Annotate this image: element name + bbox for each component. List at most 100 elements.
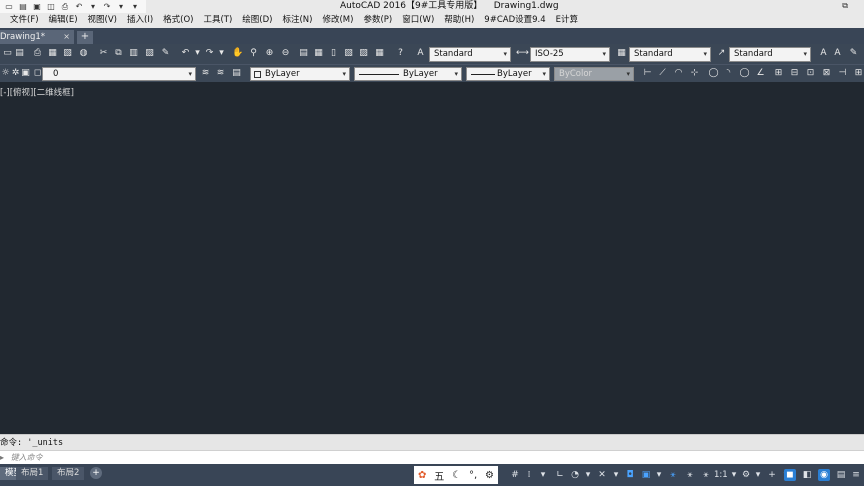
dim-jogged-icon[interactable]: ◝	[723, 68, 734, 79]
markup-icon[interactable]: ▨	[358, 48, 369, 59]
annotation-visibility-icon[interactable]: ⚹	[667, 469, 679, 481]
dim-space-icon[interactable]: ⊠	[821, 68, 832, 79]
chevron-down-icon[interactable]: ▾	[653, 469, 665, 481]
snap-icon[interactable]: ⁞	[523, 469, 535, 481]
dim-ordinate-icon[interactable]: ⊹	[689, 68, 700, 79]
gear-icon[interactable]: ⚙	[485, 470, 494, 481]
command-prompt-icon[interactable]: ▸	[0, 453, 4, 462]
menu-e-calc[interactable]: E计算	[546, 13, 578, 28]
tab-drawing1[interactable]: Drawing1* ×	[0, 30, 74, 44]
undo-icon[interactable]: ↶	[74, 2, 84, 12]
grid-icon[interactable]: #	[509, 469, 521, 481]
annotation-scale-icon[interactable]: ⚹	[700, 469, 712, 481]
block-editor-icon[interactable]: ✎	[160, 48, 171, 59]
dim-baseline-icon[interactable]: ⊟	[789, 68, 800, 79]
3d-osnap-icon[interactable]: ▣	[640, 469, 652, 481]
auto-scale-icon[interactable]: ⚹	[684, 469, 696, 481]
open-icon[interactable]: ▤	[18, 2, 28, 12]
annotation-edit-icon[interactable]: ✎	[848, 48, 859, 59]
saveas-icon[interactable]: ◫	[46, 2, 56, 12]
undo-dropdown-icon[interactable]: ▾	[88, 2, 98, 12]
sheet-set-icon[interactable]: ▧	[343, 48, 354, 59]
redo-dropdown-icon[interactable]: ▾	[216, 48, 227, 59]
help-icon[interactable]: ?	[395, 48, 406, 59]
dim-diameter-icon[interactable]: ◯	[739, 68, 750, 79]
cut-icon[interactable]: ✂	[98, 48, 109, 59]
tab-layout2[interactable]: 布局2	[52, 467, 85, 480]
preview-icon[interactable]: ▦	[47, 48, 58, 59]
undo-dropdown-icon[interactable]: ▾	[192, 48, 203, 59]
3d-print-icon[interactable]: ◍	[78, 48, 89, 59]
workspace-gear-icon[interactable]: ⚙	[740, 469, 752, 481]
layer-previous-icon[interactable]: ≋	[215, 68, 226, 79]
menu-cad-settings[interactable]: 9#CAD设置9.4	[474, 13, 545, 28]
chevron-down-icon[interactable]: ▾	[582, 469, 594, 481]
moon-icon[interactable]: ☾	[452, 470, 461, 481]
open-icon[interactable]: ▤	[14, 48, 25, 59]
customize-icon[interactable]: ▾	[130, 2, 140, 12]
zoom-realtime-icon[interactable]: ⚲	[248, 48, 259, 59]
dim-arc-icon[interactable]: ◠	[673, 68, 684, 79]
new-icon[interactable]: ▭	[4, 2, 14, 12]
layer-dropdown[interactable]: 0 ▾	[42, 67, 196, 81]
dim-break-icon[interactable]: ⊣	[837, 68, 848, 79]
linetype-select[interactable]: ByLayer ▾	[354, 67, 462, 81]
quickcalc-icon[interactable]: ▦	[374, 48, 385, 59]
publish-icon[interactable]: ▧	[62, 48, 73, 59]
mleader-style-select[interactable]: Standard ▾	[729, 47, 811, 62]
close-icon[interactable]: ×	[63, 30, 70, 44]
paste-icon[interactable]: ▥	[128, 48, 139, 59]
punctuation-icon[interactable]: °,	[469, 470, 477, 481]
chevron-down-icon[interactable]: ▾	[610, 469, 622, 481]
tolerance-icon[interactable]: ⊞	[853, 68, 864, 79]
chevron-down-icon[interactable]: ▾	[537, 469, 549, 481]
table-style-select[interactable]: Standard ▾	[629, 47, 711, 62]
quick-dim-icon[interactable]: ⊞	[773, 68, 784, 79]
zoom-window-icon[interactable]: ⊕	[264, 48, 275, 59]
dim-style-select[interactable]: ISO-25 ▾	[530, 47, 610, 62]
menu-parametric[interactable]: 参数(P)	[353, 13, 392, 28]
dim-radius-icon[interactable]: ◯	[708, 68, 719, 79]
polar-icon[interactable]: ◔	[569, 469, 581, 481]
menu-draw[interactable]: 绘图(D)	[232, 13, 272, 28]
menu-format[interactable]: 格式(O)	[153, 13, 193, 28]
drawing-canvas[interactable]: [-][俯视][二维线框]	[0, 82, 864, 431]
dim-angular-icon[interactable]: ∠	[755, 68, 766, 79]
menu-insert[interactable]: 插入(I)	[117, 13, 153, 28]
lineweight-select[interactable]: ByLayer ▾	[466, 67, 550, 81]
menu-help[interactable]: 帮助(H)	[434, 13, 474, 28]
qnew-icon[interactable]: ▭	[2, 48, 13, 59]
redo-icon[interactable]: ↷	[102, 2, 112, 12]
menu-edit[interactable]: 编辑(E)	[39, 13, 78, 28]
layer-states-icon[interactable]: ▤	[231, 68, 242, 79]
menu-window[interactable]: 窗口(W)	[392, 13, 434, 28]
color-select[interactable]: ByLayer ▾	[250, 67, 350, 81]
copy-icon[interactable]: ⧉	[113, 48, 124, 59]
dim-linear-icon[interactable]: ⊢	[642, 68, 653, 79]
design-center-icon[interactable]: ▦	[313, 48, 324, 59]
save-icon[interactable]: ▣	[32, 2, 42, 12]
menu-tools[interactable]: 工具(T)	[193, 13, 232, 28]
viewport-controls-label[interactable]: [-][俯视][二维线框]	[0, 86, 74, 98]
paw-icon[interactable]: ✿	[418, 470, 426, 481]
tool-palettes-icon[interactable]: ▯	[328, 48, 339, 59]
ortho-icon[interactable]: ∟	[554, 469, 566, 481]
chevron-down-icon[interactable]: ▾	[752, 469, 764, 481]
menu-dimension[interactable]: 标注(N)	[272, 13, 312, 28]
redo-dropdown-icon[interactable]: ▾	[116, 2, 126, 12]
annotation-text-icon[interactable]: A	[818, 48, 829, 59]
customize-status-icon[interactable]: ≡	[850, 469, 862, 481]
undo-icon[interactable]: ↶	[180, 48, 191, 59]
annotation-scale-value[interactable]: 1:1	[714, 469, 728, 481]
redo-icon[interactable]: ↷	[204, 48, 215, 59]
properties-icon[interactable]: ▤	[298, 48, 309, 59]
hardware-accel-icon[interactable]: ◧	[801, 469, 813, 481]
isodraft-icon[interactable]: ✕	[596, 469, 608, 481]
isolate-objects-icon[interactable]: ◼	[784, 469, 796, 481]
ime-mode[interactable]: 五	[434, 468, 444, 483]
tab-layout1[interactable]: 布局1	[16, 467, 49, 480]
annotation-scale-text-icon[interactable]: A	[832, 48, 843, 59]
menu-view[interactable]: 视图(V)	[78, 13, 117, 28]
make-object-layer-current-icon[interactable]: ≋	[200, 68, 211, 79]
clean-screen-icon[interactable]: ◉	[818, 469, 830, 481]
